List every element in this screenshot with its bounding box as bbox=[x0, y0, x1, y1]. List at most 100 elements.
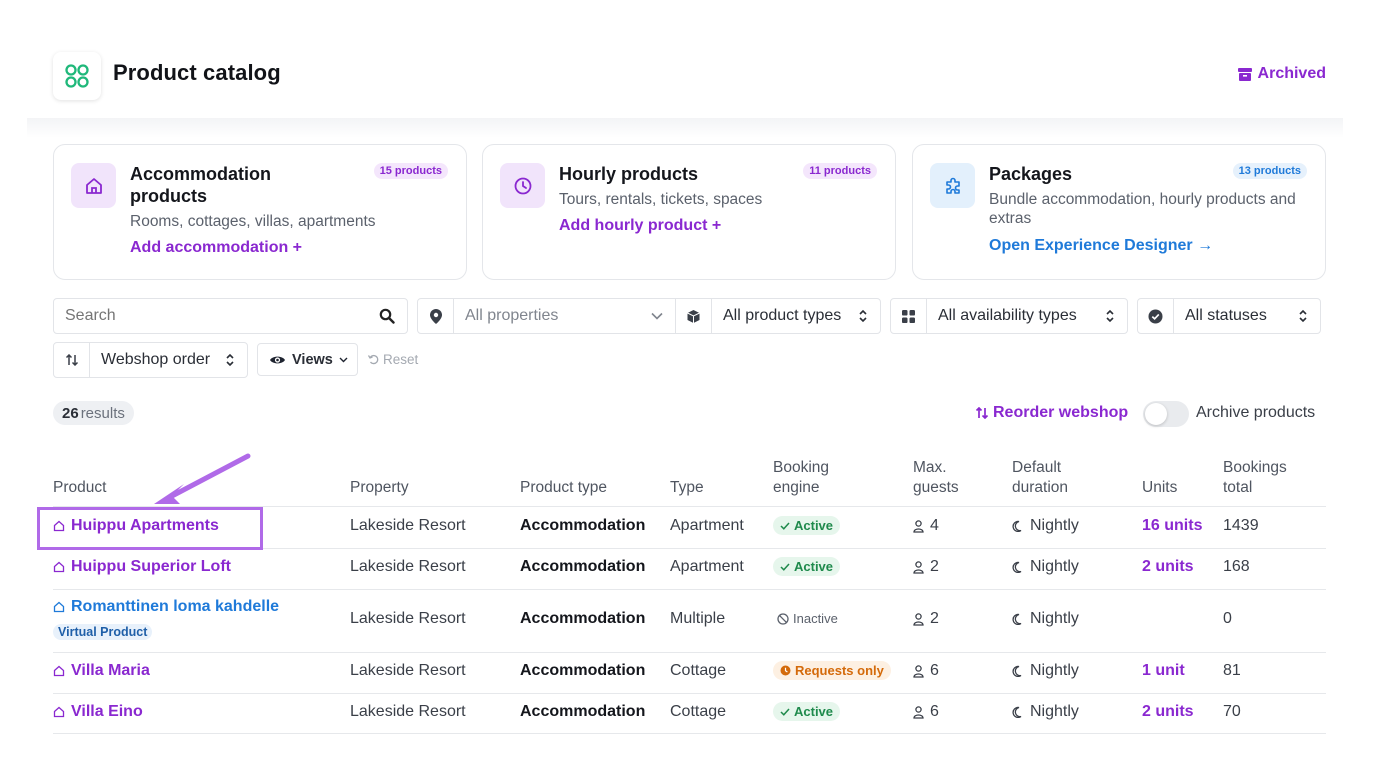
duration-cell: Nightly bbox=[1012, 610, 1079, 628]
max-guests-value: 6 bbox=[930, 662, 939, 679]
statuses-select[interactable]: All statuses bbox=[1137, 298, 1321, 334]
home-icon bbox=[53, 561, 65, 573]
booking-engine-cell: Active bbox=[773, 702, 841, 721]
sort-arrows-icon bbox=[54, 343, 90, 377]
card-badge: 15 products bbox=[373, 163, 448, 179]
sort-caret-icon bbox=[858, 309, 880, 323]
duration-cell: Nightly bbox=[1012, 517, 1079, 535]
card-badge: 11 products bbox=[803, 163, 877, 179]
property-cell: Lakeside Resort bbox=[350, 517, 466, 534]
search-input[interactable] bbox=[54, 307, 379, 325]
product-type-cell: Accommodation bbox=[520, 517, 646, 534]
card-title: Accommodation products bbox=[130, 164, 272, 206]
blocked-icon bbox=[777, 612, 789, 625]
reset-button[interactable]: Reset bbox=[368, 352, 418, 367]
status-label: Active bbox=[794, 704, 834, 719]
product-cell[interactable]: Romanttinen loma kahdelle bbox=[53, 598, 279, 616]
card-description: Tours, rentals, tickets, spaces bbox=[559, 191, 763, 208]
col-header-default-duration: Default duration bbox=[1012, 459, 1069, 496]
max-guests-cell: 6 bbox=[913, 662, 939, 680]
search-field[interactable] bbox=[53, 298, 408, 334]
units-link[interactable]: 1 unit bbox=[1142, 662, 1185, 680]
product-name-link[interactable]: Villa Maria bbox=[71, 662, 150, 680]
col-header-booking-engine: Booking engine bbox=[773, 459, 830, 496]
card-title: Packages bbox=[989, 164, 1073, 184]
availability-types-select[interactable]: All availability types bbox=[890, 298, 1128, 334]
add-hourly-link[interactable]: Add hourly product + bbox=[559, 217, 721, 235]
sort-select[interactable]: Webshop order bbox=[53, 342, 248, 378]
person-icon bbox=[913, 519, 924, 533]
product-name-link[interactable]: Villa Eino bbox=[71, 703, 143, 721]
property-cell: Lakeside Resort bbox=[350, 662, 466, 679]
type-cell: Cottage bbox=[670, 662, 727, 679]
product-type-cell: Accommodation bbox=[520, 558, 646, 575]
availability-types-value: All availability types bbox=[938, 307, 1077, 324]
check-icon bbox=[780, 521, 790, 530]
type-cell: Multiple bbox=[670, 610, 726, 627]
home-icon bbox=[85, 177, 102, 194]
max-guests-cell: 4 bbox=[913, 517, 939, 535]
add-accommodation-link[interactable]: Add accommodation + bbox=[130, 239, 302, 257]
person-icon bbox=[913, 560, 924, 574]
booking-engine-cell: Active bbox=[773, 516, 841, 535]
reorder-webshop-link[interactable]: Reorder webshop bbox=[975, 404, 1128, 422]
bookings-total-cell: 81 bbox=[1223, 662, 1241, 679]
product-cell[interactable]: Huippu Superior Loft bbox=[53, 558, 231, 576]
product-name-link[interactable]: Romanttinen loma kahdelle bbox=[71, 598, 279, 616]
packages-card: Packages 13 products Bundle accommodatio… bbox=[912, 144, 1326, 280]
product-name-link[interactable]: Huippu Superior Loft bbox=[71, 558, 231, 576]
type-cell: Apartment bbox=[670, 517, 744, 534]
properties-select[interactable]: All properties bbox=[417, 298, 676, 334]
duration-value: Nightly bbox=[1030, 703, 1079, 720]
sort-caret-icon bbox=[1298, 309, 1320, 323]
max-guests-cell: 2 bbox=[913, 610, 939, 628]
product-type-cell: Accommodation bbox=[520, 703, 646, 720]
booking-engine-cell: Active bbox=[773, 557, 841, 576]
duration-value: Nightly bbox=[1030, 517, 1079, 534]
clock-icon bbox=[514, 177, 531, 194]
max-guests-value: 4 bbox=[930, 517, 939, 534]
archive-icon bbox=[1237, 67, 1252, 81]
hourly-card: Hourly products 11 products Tours, renta… bbox=[482, 144, 896, 280]
moon-icon bbox=[1012, 613, 1022, 625]
archived-link[interactable]: Archived bbox=[1237, 65, 1326, 83]
status-label: Inactive bbox=[793, 611, 838, 626]
clock-icon bbox=[780, 665, 791, 676]
moon-icon bbox=[1012, 706, 1022, 718]
reset-label: Reset bbox=[383, 352, 419, 367]
eye-icon bbox=[270, 356, 285, 363]
open-experience-designer-link[interactable]: Open Experience Designer → bbox=[989, 237, 1213, 255]
property-cell: Lakeside Resort bbox=[350, 558, 466, 575]
apps-icon bbox=[891, 299, 927, 333]
views-label: Views bbox=[292, 351, 333, 368]
archived-label: Archived bbox=[1257, 65, 1326, 82]
max-guests-value: 2 bbox=[930, 558, 939, 575]
product-cell[interactable]: Villa Maria bbox=[53, 662, 150, 680]
col-header-property: Property bbox=[350, 479, 409, 496]
card-title: Hourly products bbox=[559, 164, 699, 184]
units-link[interactable]: 16 units bbox=[1142, 517, 1202, 535]
sort-caret-icon bbox=[1105, 309, 1127, 323]
toggle-knob bbox=[1145, 403, 1167, 425]
units-link[interactable]: 2 units bbox=[1142, 558, 1194, 576]
sort-value: Webshop order bbox=[101, 351, 211, 368]
card-description: Bundle accommodation, hourly products an… bbox=[989, 191, 1296, 227]
archive-products-label: Archive products bbox=[1196, 404, 1316, 421]
bookings-total-cell: 70 bbox=[1223, 703, 1241, 720]
max-guests-value: 6 bbox=[930, 703, 939, 720]
catalog-logo bbox=[53, 52, 101, 100]
views-button[interactable]: Views bbox=[257, 343, 358, 376]
status-badge: Inactive bbox=[773, 609, 845, 628]
product-types-select[interactable]: All product types bbox=[675, 298, 881, 334]
units-link[interactable]: 2 units bbox=[1142, 703, 1194, 721]
check-circle-icon bbox=[1138, 299, 1174, 333]
results-number: 26 bbox=[62, 404, 79, 422]
table-divider bbox=[53, 693, 1326, 694]
puzzle-icon bbox=[945, 177, 960, 194]
search-icon[interactable] bbox=[379, 308, 407, 324]
annotation-arrow-icon bbox=[154, 453, 251, 504]
reorder-arrows-icon bbox=[975, 407, 989, 419]
archive-products-toggle[interactable] bbox=[1143, 401, 1189, 427]
product-cell[interactable]: Villa Eino bbox=[53, 703, 143, 721]
table-divider bbox=[53, 652, 1326, 653]
